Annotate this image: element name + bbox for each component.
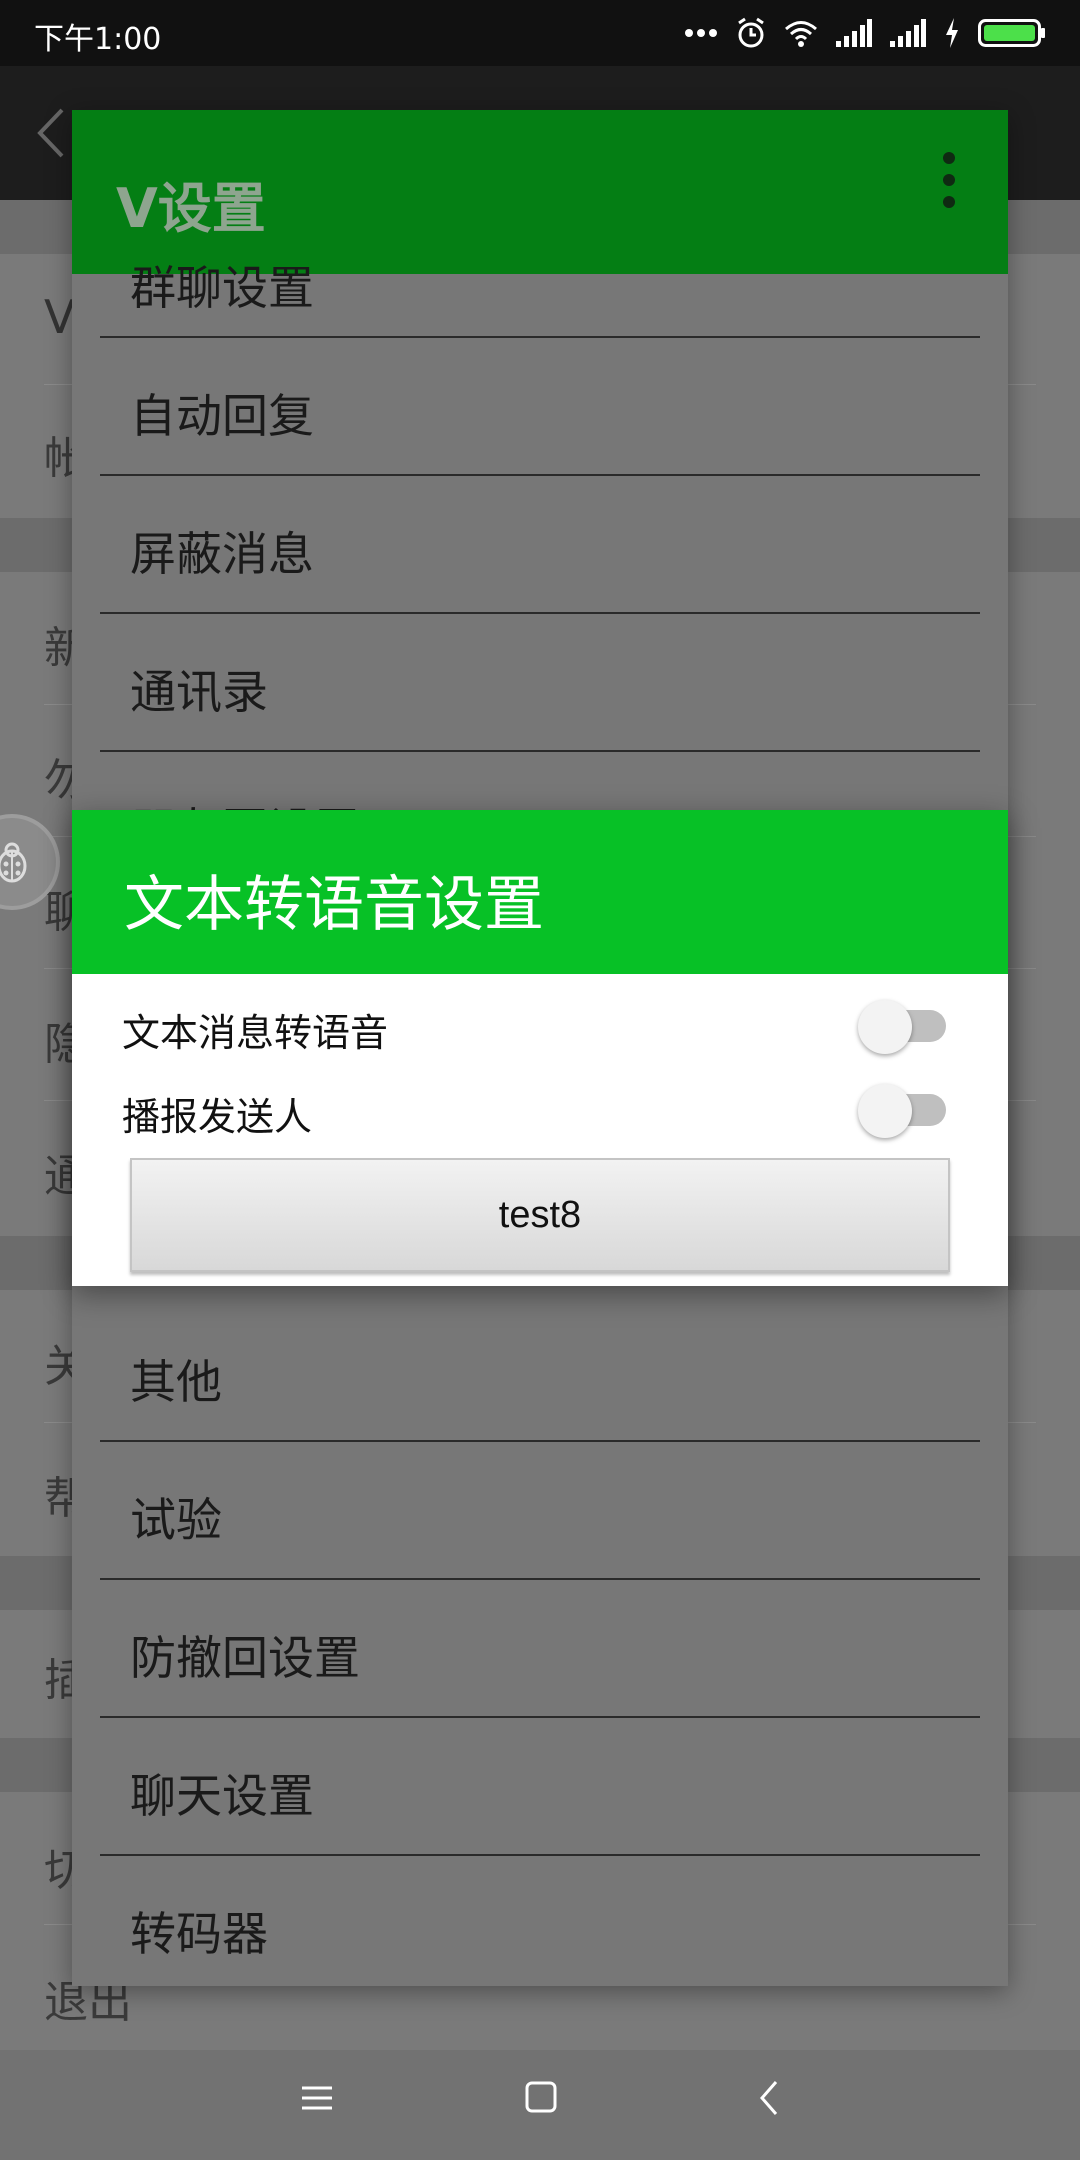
status-bar: 下午1:00 <box>0 0 1080 66</box>
tts-settings-dialog: 文本转语音设置 文本消息转语音 播报发送人 test8 <box>72 810 1008 1286</box>
menu-icon[interactable] <box>300 2078 334 2118</box>
menu-item-group-chat-settings[interactable]: 群聊设置 <box>100 261 980 338</box>
menu-item-label: 自动回复 <box>130 389 314 443</box>
menu-item-label: 通讯录 <box>130 665 268 719</box>
option-label: 播报发送人 <box>122 1095 313 1139</box>
wifi-icon <box>785 21 817 47</box>
status-icons <box>684 14 1046 52</box>
text-to-speech-toggle[interactable] <box>858 1000 948 1054</box>
menu-item-label: 聊天设置 <box>130 1769 314 1823</box>
menu-item-chat-settings[interactable]: 聊天设置 <box>100 1718 980 1856</box>
menu-item-label: 防撤回设置 <box>130 1631 360 1685</box>
toggle-thumb <box>858 1084 912 1138</box>
more-options-icon[interactable] <box>942 152 956 208</box>
menu-item-label: 屏蔽消息 <box>130 527 314 581</box>
menu-item-transcoder[interactable]: 转码器 <box>100 1856 980 1986</box>
menu-item-anti-recall[interactable]: 防撤回设置 <box>100 1580 980 1718</box>
signal-icon <box>890 19 926 47</box>
option-label: 文本消息转语音 <box>122 1011 389 1055</box>
navigation-bar <box>0 2050 1080 2160</box>
option-row-text-to-speech: 文本消息转语音 <box>122 982 958 1062</box>
panel-title: V设置 <box>116 177 266 240</box>
menu-item-label: 其他 <box>130 1355 222 1409</box>
charging-icon <box>946 18 958 48</box>
status-time: 下午1:00 <box>34 22 162 57</box>
settings-row-label: V <box>44 290 76 344</box>
dialog-header: 文本转语音设置 <box>72 810 1008 974</box>
dialog-title: 文本转语音设置 <box>124 870 544 940</box>
menu-item-block-messages[interactable]: 屏蔽消息 <box>100 476 980 614</box>
alarm-icon <box>738 17 764 48</box>
signal-icon <box>836 19 872 47</box>
battery-icon <box>978 19 1045 47</box>
menu-item-experiment[interactable]: 试验 <box>100 1442 980 1580</box>
menu-item-label: 转码器 <box>130 1907 268 1961</box>
back-arrow-icon[interactable] <box>36 106 66 160</box>
toggle-thumb <box>858 1000 912 1054</box>
back-icon[interactable] <box>752 2078 786 2118</box>
menu-item-other[interactable]: 其他 <box>100 1304 980 1442</box>
menu-item-contacts[interactable]: 通讯录 <box>100 614 980 752</box>
dots-icon <box>685 29 717 37</box>
menu-item-label: 试验 <box>130 1493 222 1547</box>
option-row-announce-sender: 播报发送人 <box>122 1066 958 1146</box>
home-icon[interactable] <box>524 2078 558 2118</box>
panel-header: V设置 <box>72 110 1008 274</box>
menu-item-auto-reply[interactable]: 自动回复 <box>100 338 980 476</box>
menu-item-label: 群聊设置 <box>130 261 314 315</box>
test-button[interactable]: test8 <box>130 1158 950 1272</box>
bug-icon <box>0 842 27 883</box>
announce-sender-toggle[interactable] <box>858 1084 948 1138</box>
